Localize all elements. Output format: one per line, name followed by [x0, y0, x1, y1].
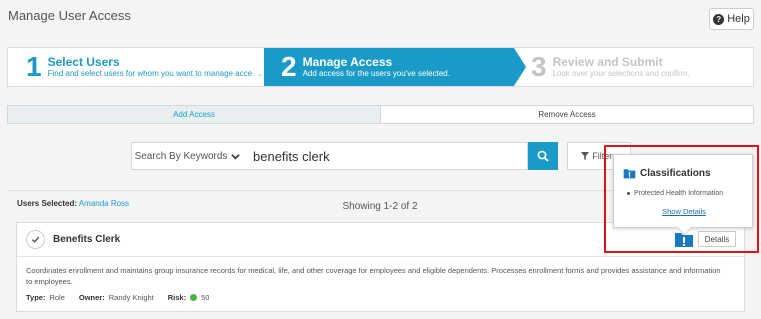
risk-indicator [190, 294, 198, 301]
step-select-users[interactable]: 1 Select Users Find and select users for… [26, 48, 266, 86]
step-title: Review and Submit [552, 55, 663, 69]
tab-remove-access[interactable]: Remove Access [381, 106, 753, 123]
selected-user-link[interactable]: Amanda Ross [79, 199, 129, 208]
step-title: Manage Access [302, 55, 393, 69]
chevron-down-icon [231, 153, 241, 160]
access-tabs: Add Access Remove Access [7, 105, 754, 124]
step-subtitle: Add access for the users you've selected… [302, 69, 450, 78]
step-manage-access[interactable]: 2 Manage Access Add access for the users… [281, 48, 511, 86]
owner-value: Randy Knight [108, 293, 154, 302]
owner-label: Owner: [78, 293, 105, 302]
select-checkbox[interactable] [26, 230, 45, 249]
step-separator [252, 48, 264, 86]
step-number: 1 [26, 51, 42, 82]
step-review-submit[interactable]: 3 Review and Submit Look over your selec… [531, 48, 751, 86]
card-description: Coordinates enrollment and maintains gro… [26, 266, 721, 286]
card-title: Benefits Clerk [53, 234, 121, 245]
search-mode-label: Search By Keywords [134, 150, 228, 162]
annotation-highlight [604, 145, 759, 253]
wizard-stepper: 1 Select Users Find and select users for… [7, 47, 754, 87]
card-meta: Type: Role Owner: Randy Knight Risk: 50 [26, 293, 209, 302]
users-selected: Users Selected: Amanda Ross [17, 199, 129, 208]
search-mode-dropdown[interactable]: Search By Keywords [131, 142, 244, 170]
users-selected-label: Users Selected: [17, 199, 78, 208]
results-count: Showing 1-2 of 2 [342, 201, 418, 212]
type-label: Type: [26, 293, 46, 302]
tab-add-access[interactable]: Add Access [8, 106, 381, 123]
question-circle-icon: ? [713, 13, 725, 25]
type-value: Role [49, 293, 65, 302]
search-input[interactable] [243, 142, 528, 170]
filter-icon [581, 152, 590, 160]
help-button[interactable]: ? Help [709, 8, 754, 30]
step-number: 3 [531, 51, 547, 82]
check-icon [31, 236, 40, 243]
step-number: 2 [281, 51, 297, 82]
search-button[interactable] [528, 142, 558, 170]
step-title: Select Users [47, 55, 120, 69]
help-label: Help [727, 13, 750, 25]
page-title: Manage User Access [8, 8, 131, 23]
risk-label: Risk: [167, 293, 187, 302]
step-subtitle: Look over your selections and confirm. [552, 69, 690, 78]
step-subtitle: Find and select users for whom you want … [47, 69, 263, 78]
search-icon [537, 150, 549, 162]
risk-value: 50 [201, 293, 210, 302]
